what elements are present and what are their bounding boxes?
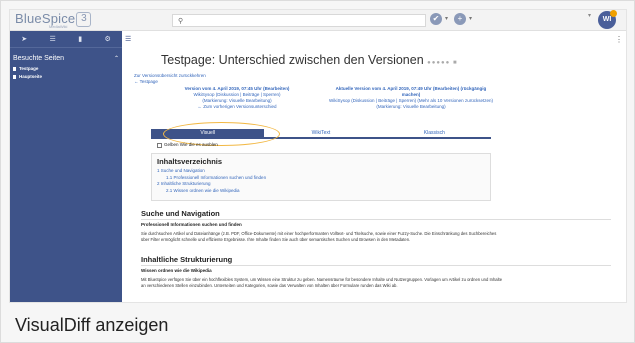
right-revision-summary: (Markierung: Visuelle Bearbeitung)	[376, 104, 446, 109]
figure-caption: VisualDiff anzeigen	[15, 315, 169, 335]
sidebar-section-header[interactable]: Besuchte Seiten ⌃	[13, 55, 119, 62]
page-title: Testpage: Unterschied zwischen den Versi…	[161, 53, 458, 67]
sidebar-section-title: Besuchte Seiten	[13, 55, 64, 62]
checkbox-row: Gelben Wie die es ausblen	[157, 142, 218, 148]
right-revision-header[interactable]: Aktuelle Version vom 4. April 2019, 07:4…	[326, 86, 496, 98]
section-subheading: Professionell Informationen suchen und f…	[141, 222, 242, 227]
sidebar: ➤ ☰ ▮ ⚙ Besuchte Seiten ⌃ Testpage Haupt…	[10, 31, 122, 302]
heading-divider	[141, 265, 611, 266]
sidebar-item-label: Hauptseite	[19, 74, 43, 79]
screenshot: BlueSpice 3 MediaWiki ⚲ ✔ ▾ + ▾ ▾ WI ➤ ☰ ▮…	[9, 9, 627, 303]
hide-checkbox[interactable]	[157, 142, 162, 148]
table-of-contents: Inhaltsverzeichnis 1 Suche und Navigatio…	[151, 153, 491, 201]
chevron-down-icon: ▾	[469, 16, 473, 22]
chevron-down-icon: ▾	[588, 13, 592, 19]
heading-divider	[141, 219, 611, 220]
sidebar-item-hauptseite[interactable]: Hauptseite	[13, 74, 42, 79]
page-icon	[13, 66, 16, 71]
logo[interactable]: BlueSpice 3 MediaWiki	[15, 12, 92, 30]
document-icon[interactable]: ▮	[78, 35, 82, 43]
previous-diff-link[interactable]: ← Zum vorherigen Versionsunterschied	[152, 104, 322, 110]
sidebar-item-testpage[interactable]: Testpage	[13, 66, 38, 71]
section-heading: Inhaltliche Strukturierung	[141, 255, 233, 264]
books-icon[interactable]: ☰	[50, 35, 56, 43]
page-link[interactable]: ← Testpage	[134, 79, 206, 85]
logo-subtitle: MediaWiki	[49, 24, 68, 29]
tab-classic[interactable]: Klassisch	[377, 129, 491, 137]
gear-icon[interactable]: ⚙	[104, 35, 110, 43]
caption-bar: VisualDiff anzeigen	[9, 304, 627, 336]
notification-badge[interactable]	[610, 10, 617, 17]
page-title-text: Testpage: Unterschied zwischen den Versi…	[161, 53, 424, 67]
section-heading: Suche und Navigation	[141, 209, 220, 218]
title-indicators: ●●●●● ■	[427, 60, 458, 66]
toc-item[interactable]: 2.1 Wissen ordnen wie die Wikipedia	[157, 188, 485, 195]
main-content: Testpage: Unterschied zwischen den Versi…	[130, 31, 620, 302]
tab-wikitext[interactable]: WikiText	[264, 129, 378, 137]
top-bar: BlueSpice 3 MediaWiki ⚲ ✔ ▾ + ▾ ▾ WI	[10, 10, 626, 31]
compass-icon[interactable]: ✔	[430, 13, 442, 25]
section-paragraph: Sie durchsuchen Artikel und Dateianhänge…	[141, 231, 497, 242]
chevron-down-icon: ▾	[445, 16, 449, 22]
top-icons: ✔ ▾ + ▾	[430, 13, 472, 25]
left-revision: Version vom 4. April 2019, 07:45 Uhr (Be…	[152, 86, 322, 110]
right-revision: Aktuelle Version vom 4. April 2019, 07:4…	[326, 86, 496, 110]
add-icon[interactable]: +	[454, 13, 467, 25]
search-input[interactable]: ⚲	[172, 14, 426, 27]
sidebar-item-label: Testpage	[19, 66, 39, 71]
chevron-up-icon[interactable]: ⌃	[114, 55, 119, 62]
sidebar-tabs: ➤ ☰ ▮ ⚙	[10, 31, 122, 48]
logo-number: 3	[76, 12, 92, 27]
page-icon	[13, 74, 16, 79]
figure-frame: BlueSpice 3 MediaWiki ⚲ ✔ ▾ + ▾ ▾ WI ➤ ☰ ▮…	[0, 0, 635, 343]
section-subheading: Wissen ordnen wie die Wikipedia	[141, 268, 212, 273]
search-icon: ⚲	[178, 18, 184, 25]
section-paragraph: Mit BlueSpice verfügen Sie über ein hoch…	[141, 277, 503, 288]
navigation-icon[interactable]: ➤	[21, 35, 27, 43]
back-links: Zur Versionsübersicht zurückkehren ← Tes…	[134, 73, 206, 85]
checkbox-label: Gelben Wie die es ausblen	[164, 142, 218, 147]
toc-title: Inhaltsverzeichnis	[157, 157, 223, 166]
